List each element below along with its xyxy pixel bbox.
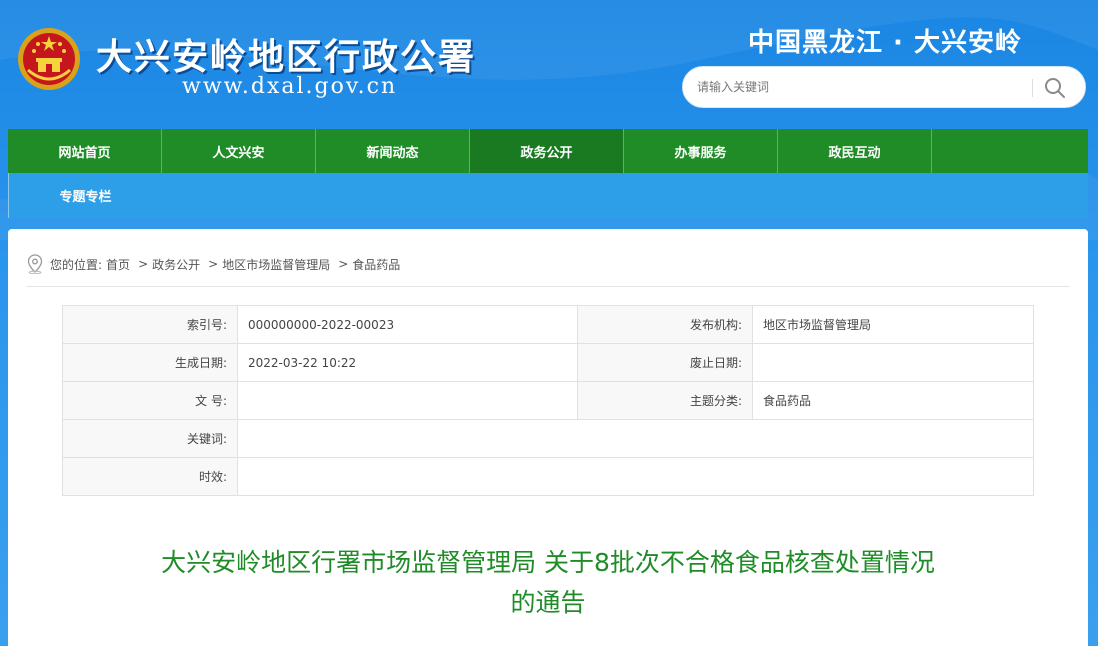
nav-item-gov-affairs[interactable]: 政务公开 [470, 129, 624, 173]
search-icon[interactable] [1043, 76, 1067, 100]
nav-row-primary: 网站首页 人文兴安 新闻动态 政务公开 办事服务 政民互动 [8, 129, 1088, 173]
breadcrumb-divider [26, 286, 1070, 287]
keywords-value [237, 419, 1034, 458]
table-row: 文 号: 主题分类: 食品药品 [62, 381, 1034, 420]
search-input[interactable] [697, 67, 1027, 107]
breadcrumb-gov-affairs[interactable]: 政务公开 [152, 256, 200, 273]
nav-item-culture[interactable]: 人文兴安 [162, 129, 316, 173]
breadcrumb-market-bureau[interactable]: 地区市场监督管理局 [222, 256, 330, 273]
search-divider [1032, 79, 1033, 97]
breadcrumb-home[interactable]: 首页 [106, 256, 130, 273]
topic-label: 主题分类: [577, 381, 753, 420]
doc-number-value [237, 381, 578, 420]
breadcrumb-separator: > [208, 257, 219, 271]
table-row: 时效: [62, 457, 1034, 496]
date-label: 生成日期: [62, 343, 238, 382]
index-label: 索引号: [62, 305, 238, 344]
nav-item-interaction[interactable]: 政民互动 [778, 129, 932, 173]
nav-item-services[interactable]: 办事服务 [624, 129, 778, 173]
site-url: www.dxal.gov.cn [182, 74, 398, 99]
article-title-line1: 大兴安岭地区行署市场监督管理局 关于8批次不合格食品核查处置情况 [161, 548, 935, 577]
date-value: 2022-03-22 10:22 [237, 343, 578, 382]
location-pin-icon [27, 254, 43, 274]
index-value: 000000000-2022-00023 [237, 305, 578, 344]
keywords-label: 关键词: [62, 419, 238, 458]
breadcrumb-separator: > [338, 257, 349, 271]
publisher-label: 发布机构: [577, 305, 753, 344]
document-meta-table: 索引号: 000000000-2022-00023 发布机构: 地区市场监督管理… [62, 305, 1034, 496]
doc-number-label: 文 号: [62, 381, 238, 420]
nav-item-special[interactable]: 专题专栏 [8, 173, 162, 218]
breadcrumb-separator: > [138, 257, 149, 271]
nav-item-home[interactable]: 网站首页 [8, 129, 162, 173]
abolish-date-label: 废止日期: [577, 343, 753, 382]
main-nav: 网站首页 人文兴安 新闻动态 政务公开 办事服务 政民互动 专题专栏 [8, 129, 1088, 218]
topic-value: 食品药品 [752, 381, 1034, 420]
region-title: 中国黑龙江 · 大兴安岭 [748, 28, 1022, 58]
table-row: 生成日期: 2022-03-22 10:22 废止日期: [62, 343, 1034, 382]
table-row: 索引号: 000000000-2022-00023 发布机构: 地区市场监督管理… [62, 305, 1034, 344]
abolish-date-value [752, 343, 1034, 382]
search-box [682, 66, 1086, 108]
publisher-value: 地区市场监督管理局 [752, 305, 1034, 344]
breadcrumb-food-drugs[interactable]: 食品药品 [352, 256, 400, 273]
breadcrumb: 您的位置: 首页 > 政务公开 > 地区市场监督管理局 > 食品药品 [26, 254, 404, 274]
site-title: 大兴安岭地区行政公署 [96, 37, 477, 78]
table-row: 关键词: [62, 419, 1034, 458]
breadcrumb-prefix: 您的位置: [50, 257, 103, 272]
article-title: 大兴安岭地区行署市场监督管理局 关于8批次不合格食品核查处置情况 的通告 [8, 543, 1088, 623]
validity-value [237, 457, 1034, 496]
nav-row-secondary: 专题专栏 [8, 173, 1088, 218]
validity-label: 时效: [62, 457, 238, 496]
article-title-line2: 的通告 [510, 588, 586, 617]
content-panel: 您的位置: 首页 > 政务公开 > 地区市场监督管理局 > 食品药品 索引号: … [8, 229, 1088, 646]
national-emblem-icon [18, 28, 80, 90]
nav-item-news[interactable]: 新闻动态 [316, 129, 470, 173]
site-header: 大兴安岭地区行政公署 www.dxal.gov.cn 中国黑龙江 · 大兴安岭 [0, 0, 1098, 128]
